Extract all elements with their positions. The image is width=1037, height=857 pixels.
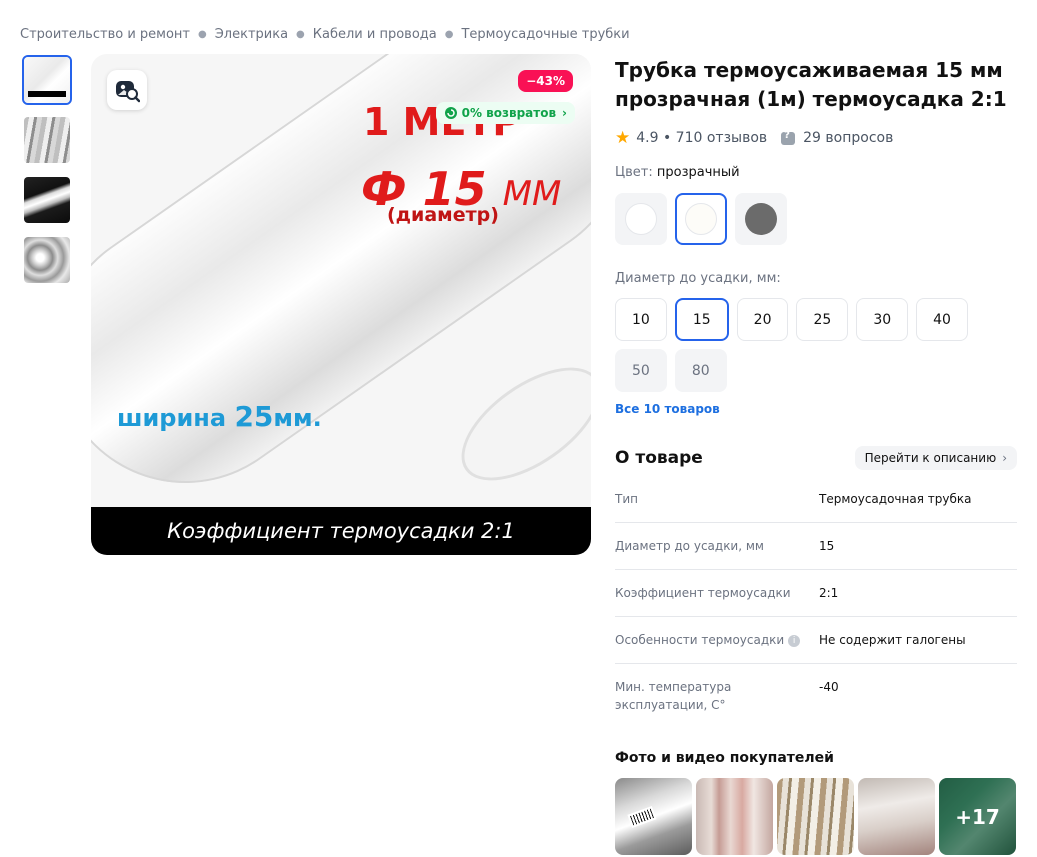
rating-row: ★ 4.9 • 710 отзывов 29 вопросов bbox=[615, 128, 1017, 148]
spec-value: -40 bbox=[819, 680, 839, 694]
spec-key: Тип bbox=[615, 492, 638, 506]
spec-row: Особенности термоусадки i Не содержит гал… bbox=[615, 617, 1017, 664]
breadcrumb: Строительство и ремонт ● Электрика ● Каб… bbox=[20, 24, 630, 44]
spec-value: Термоусадочная трубка bbox=[819, 492, 972, 506]
breadcrumb-item[interactable]: Термоусадочные трубки bbox=[461, 27, 629, 42]
customer-photo-more[interactable]: +17 bbox=[939, 778, 1016, 855]
thumbnail-list bbox=[22, 55, 76, 295]
diameter-option[interactable]: 30 bbox=[856, 298, 909, 341]
image-text-width-prefix: ширина bbox=[117, 404, 227, 432]
info-icon[interactable]: i bbox=[788, 635, 801, 647]
chevron-right-icon: › bbox=[562, 106, 567, 120]
thumbnail[interactable] bbox=[22, 115, 72, 165]
spec-key: Особенности термоусадки i bbox=[615, 631, 819, 649]
thumbnail[interactable] bbox=[22, 55, 72, 105]
spec-row: Диаметр до усадки, мм 15 bbox=[615, 523, 1017, 570]
spec-key: Диаметр до усадки, мм bbox=[615, 539, 764, 553]
more-photos-count: +17 bbox=[939, 778, 1016, 855]
diameter-option[interactable]: 25 bbox=[796, 298, 849, 341]
customer-photo[interactable] bbox=[858, 778, 935, 855]
color-swatch-selected[interactable] bbox=[675, 193, 727, 245]
customer-photos-title: Фото и видео покупателей bbox=[615, 750, 834, 766]
visual-search-button[interactable] bbox=[107, 70, 147, 110]
image-text-diameter-unit: ММ bbox=[502, 174, 562, 214]
image-text-width-unit: мм. bbox=[273, 404, 322, 432]
thumbnail-image bbox=[24, 117, 70, 163]
breadcrumb-separator: ● bbox=[444, 28, 454, 40]
chevron-right-icon: › bbox=[1002, 451, 1007, 465]
customer-photo[interactable] bbox=[615, 778, 692, 855]
spec-table: Тип Термоусадочная трубка Диаметр до уса… bbox=[615, 476, 1017, 728]
image-search-icon bbox=[116, 81, 140, 103]
star-icon: ★ bbox=[615, 128, 631, 148]
reviews-link[interactable]: • 710 отзывов bbox=[663, 130, 767, 146]
breadcrumb-item[interactable]: Строительство и ремонт bbox=[20, 27, 190, 42]
diameter-option-unavailable[interactable]: 80 bbox=[674, 349, 727, 392]
color-dot bbox=[745, 203, 777, 235]
returns-icon bbox=[444, 107, 457, 119]
barcode-graphic bbox=[627, 805, 657, 829]
about-header: О товаре Перейти к описанию › bbox=[615, 446, 1017, 470]
thumbnail-image bbox=[24, 177, 70, 223]
spec-row: Мин. температура эксплуатации, С° -40 bbox=[615, 664, 1017, 728]
spec-value: Не содержит галогены bbox=[819, 633, 966, 647]
diameter-options: 10 15 20 25 30 40 50 80 bbox=[615, 298, 975, 392]
returns-label: 0% возвратов bbox=[461, 106, 557, 120]
breadcrumb-item[interactable]: Электрика bbox=[215, 27, 288, 42]
breadcrumb-item[interactable]: Кабели и провода bbox=[313, 27, 437, 42]
spec-key-text: Особенности термоусадки bbox=[615, 633, 785, 647]
discount-badge: −43% bbox=[518, 70, 573, 92]
returns-badge[interactable]: 0% возвратов › bbox=[435, 102, 575, 124]
go-to-description-label: Перейти к описанию bbox=[864, 451, 997, 465]
spec-value: 15 bbox=[819, 539, 835, 553]
image-text-width-value: 25 bbox=[234, 400, 274, 433]
product-info: Трубка термоусаживаемая 15 мм прозрачная… bbox=[615, 56, 1017, 855]
go-to-description-button[interactable]: Перейти к описанию › bbox=[854, 446, 1017, 470]
tube-end-illustration bbox=[442, 345, 591, 503]
rating-value[interactable]: 4.9 bbox=[636, 130, 658, 146]
color-label: Цвет: прозрачный bbox=[615, 165, 1017, 180]
diameter-option[interactable]: 20 bbox=[736, 298, 789, 341]
main-product-image[interactable]: 1 МЕТР Ф 15 ММ (диаметр) ширина 25мм. Ко… bbox=[91, 54, 591, 555]
image-text-diameter-note: (диаметр) bbox=[387, 204, 499, 226]
customer-photo[interactable] bbox=[777, 778, 854, 855]
spec-key: Мин. температура эксплуатации, С° bbox=[615, 680, 732, 712]
thumbnail-image bbox=[24, 237, 70, 283]
breadcrumb-separator: ● bbox=[296, 28, 305, 40]
thumbnail[interactable] bbox=[22, 175, 72, 225]
color-swatch[interactable] bbox=[615, 193, 667, 245]
image-text-width: ширина 25мм. bbox=[117, 400, 322, 433]
about-title: О товаре bbox=[615, 448, 703, 468]
color-swatch[interactable] bbox=[735, 193, 787, 245]
spec-value: 2:1 bbox=[819, 586, 839, 600]
diameter-option[interactable]: 10 bbox=[615, 298, 667, 341]
diameter-label: Диаметр до усадки, мм: bbox=[615, 271, 781, 286]
color-dot bbox=[685, 203, 717, 235]
color-options bbox=[615, 193, 1017, 245]
all-variants-link[interactable]: Все 10 товаров bbox=[615, 402, 1017, 416]
customer-photos: +17 bbox=[615, 778, 1017, 855]
question-icon bbox=[781, 130, 796, 145]
diameter-option-selected[interactable]: 15 bbox=[674, 298, 729, 341]
customer-photo[interactable] bbox=[696, 778, 773, 855]
breadcrumb-separator: ● bbox=[197, 28, 207, 40]
color-label-text: Цвет: bbox=[615, 165, 653, 180]
image-caption-bar: Коэффициент термоусадки 2:1 bbox=[91, 507, 591, 555]
thumbnail-image bbox=[24, 57, 70, 103]
color-value: прозрачный bbox=[656, 165, 740, 180]
diameter-option[interactable]: 40 bbox=[916, 298, 968, 341]
spec-row: Тип Термоусадочная трубка bbox=[615, 476, 1017, 523]
product-title: Трубка термоусаживаемая 15 мм прозрачная… bbox=[615, 58, 1007, 111]
thumbnail[interactable] bbox=[22, 235, 72, 285]
color-dot bbox=[625, 203, 657, 235]
spec-key: Коэффициент термоусадки bbox=[615, 586, 791, 600]
questions-link[interactable]: 29 вопросов bbox=[803, 130, 893, 146]
spec-row: Коэффициент термоусадки 2:1 bbox=[615, 570, 1017, 617]
diameter-option-unavailable[interactable]: 50 bbox=[615, 349, 667, 392]
